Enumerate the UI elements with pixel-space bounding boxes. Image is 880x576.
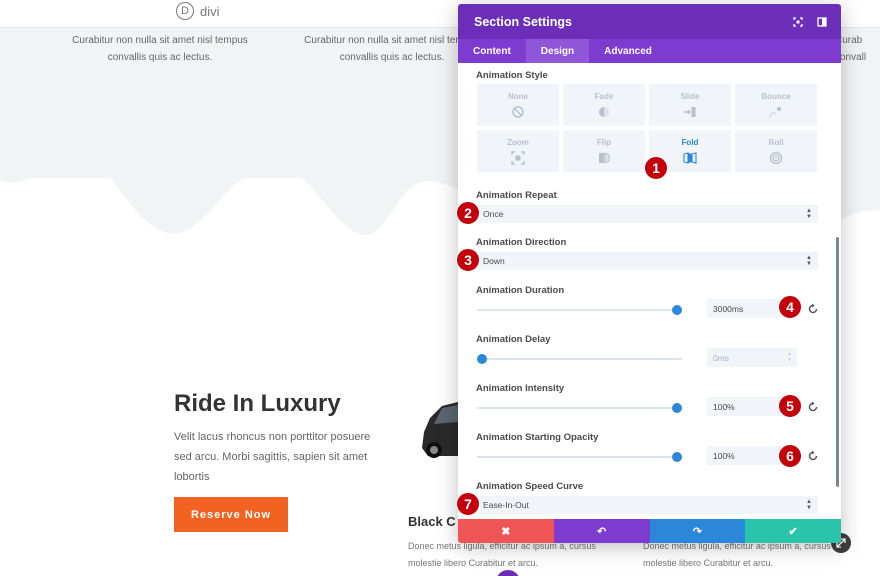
slider-thumb[interactable] — [672, 403, 682, 413]
select-value: Ease-In-Out — [483, 500, 529, 510]
select-arrows-icon: ▲ ▼ — [806, 208, 812, 220]
slider-track — [477, 456, 682, 458]
modal-tabs: Content Design Advanced — [458, 39, 841, 63]
hero-text: Velit lacus rhoncus non porttitor posuer… — [174, 431, 371, 483]
animation-direction-label: Animation Direction — [476, 237, 567, 248]
car-image — [422, 402, 458, 458]
animation-delay-label: Animation Delay — [476, 334, 551, 345]
reserve-now-button[interactable]: Reserve Now — [174, 497, 288, 532]
card-text-1: Donec metus ligula, efficitur ac ipsum a… — [408, 541, 596, 568]
flip-icon — [599, 151, 610, 164]
animation-speed-curve-label: Animation Speed Curve — [476, 481, 584, 492]
animation-starting-opacity-label: Animation Starting Opacity — [476, 432, 599, 443]
modal-footer: ✖ ↶ ↷ ✔ — [458, 519, 841, 543]
modal-title: Section Settings — [474, 14, 572, 29]
undo-button[interactable]: ↶ — [553, 519, 650, 543]
marker-5: 5 — [778, 394, 802, 418]
card-text-2: Donec metus ligula, efficitur ac ipsum a… — [643, 541, 831, 568]
select-arrows-icon: ▲ ▼ — [806, 499, 812, 511]
animation-style-label: Animation Style — [476, 70, 548, 81]
roll-icon — [769, 151, 783, 164]
reset-duration-icon[interactable] — [807, 303, 819, 315]
option-label: Slide — [680, 91, 700, 101]
cancel-button[interactable]: ✖ — [458, 519, 554, 543]
animation-duration-label: Animation Duration — [476, 285, 565, 296]
option-label: Roll — [768, 137, 784, 147]
tab-design[interactable]: Design — [525, 39, 590, 63]
redo-button[interactable]: ↷ — [649, 519, 746, 543]
option-label: Bounce — [761, 91, 791, 101]
animation-option-none[interactable]: None — [477, 84, 559, 126]
select-arrows-icon: ▲ ▼ — [806, 255, 812, 267]
marker-3: 3 — [456, 248, 480, 272]
modal-header: Section Settings — [458, 4, 841, 39]
slider-track — [477, 407, 682, 409]
animation-starting-opacity-slider[interactable] — [477, 452, 682, 462]
animation-duration-slider[interactable] — [477, 305, 682, 315]
modal-scrollbar[interactable] — [836, 237, 839, 487]
option-label: Zoom — [507, 137, 529, 147]
marker-4: 4 — [778, 295, 802, 319]
hero-title: Ride In Luxury — [174, 390, 341, 417]
fullscreen-icon[interactable] — [793, 14, 803, 27]
select-value: Down — [483, 256, 505, 266]
zoom-icon — [511, 150, 525, 165]
spinner-icon: ▲ ▼ — [787, 351, 792, 363]
select-value: Once — [483, 209, 504, 219]
card-title: Black C — [408, 514, 456, 529]
slider-thumb[interactable] — [672, 305, 682, 315]
animation-intensity-slider[interactable] — [477, 403, 682, 413]
animation-option-roll[interactable]: Roll — [735, 130, 817, 172]
marker-6: 6 — [778, 444, 802, 468]
none-icon — [512, 105, 524, 118]
bounce-icon — [769, 106, 781, 117]
tab-content[interactable]: Content — [458, 39, 526, 63]
marker-2: 2 — [456, 201, 480, 225]
animation-option-flip[interactable]: Flip — [563, 130, 645, 172]
animation-option-fade[interactable]: Fade — [563, 84, 645, 126]
divi-logo[interactable]: D divi — [176, 2, 220, 20]
logo-text: divi — [200, 3, 220, 19]
slider-thumb[interactable] — [477, 354, 487, 364]
slider-track — [477, 358, 682, 360]
animation-repeat-select[interactable]: Once ▲ ▼ — [477, 205, 818, 223]
slide-icon — [684, 106, 696, 117]
marker-1: 1 — [644, 156, 668, 180]
marker-7: 7 — [456, 492, 480, 516]
option-label: Flip — [596, 137, 612, 147]
save-button[interactable]: ✔ — [745, 519, 841, 543]
option-label: None — [508, 91, 528, 101]
reset-opacity-icon[interactable] — [807, 450, 819, 462]
reset-intensity-icon[interactable] — [807, 401, 819, 413]
animation-repeat-label: Animation Repeat — [476, 190, 557, 201]
fold-icon — [683, 151, 697, 164]
animation-direction-select[interactable]: Down ▲ ▼ — [477, 252, 818, 270]
column-text-3: Curab convall — [835, 35, 867, 63]
animation-delay-input[interactable]: 0ms ▲ ▼ — [707, 348, 797, 367]
fade-icon — [599, 106, 609, 117]
animation-delay-slider[interactable] — [477, 354, 682, 364]
logo-mark: D — [176, 2, 194, 20]
column-text-1: Curabitur non nulla sit amet nisl tempus… — [72, 35, 248, 63]
animation-option-zoom[interactable]: Zoom — [477, 130, 559, 172]
animation-speed-curve-select[interactable]: Ease-In-Out ▲ ▼ — [477, 496, 818, 514]
animation-option-bounce[interactable]: Bounce — [735, 84, 817, 126]
animation-intensity-label: Animation Intensity — [476, 383, 565, 394]
tab-advanced[interactable]: Advanced — [589, 39, 667, 63]
option-label: Fade — [594, 91, 614, 101]
slider-thumb[interactable] — [672, 452, 682, 462]
input-value: 0ms — [713, 352, 730, 363]
slider-track — [477, 309, 682, 311]
animation-option-slide[interactable]: Slide — [649, 84, 731, 126]
option-label: Fold — [681, 137, 699, 147]
sidebar-toggle-icon[interactable] — [817, 14, 827, 27]
